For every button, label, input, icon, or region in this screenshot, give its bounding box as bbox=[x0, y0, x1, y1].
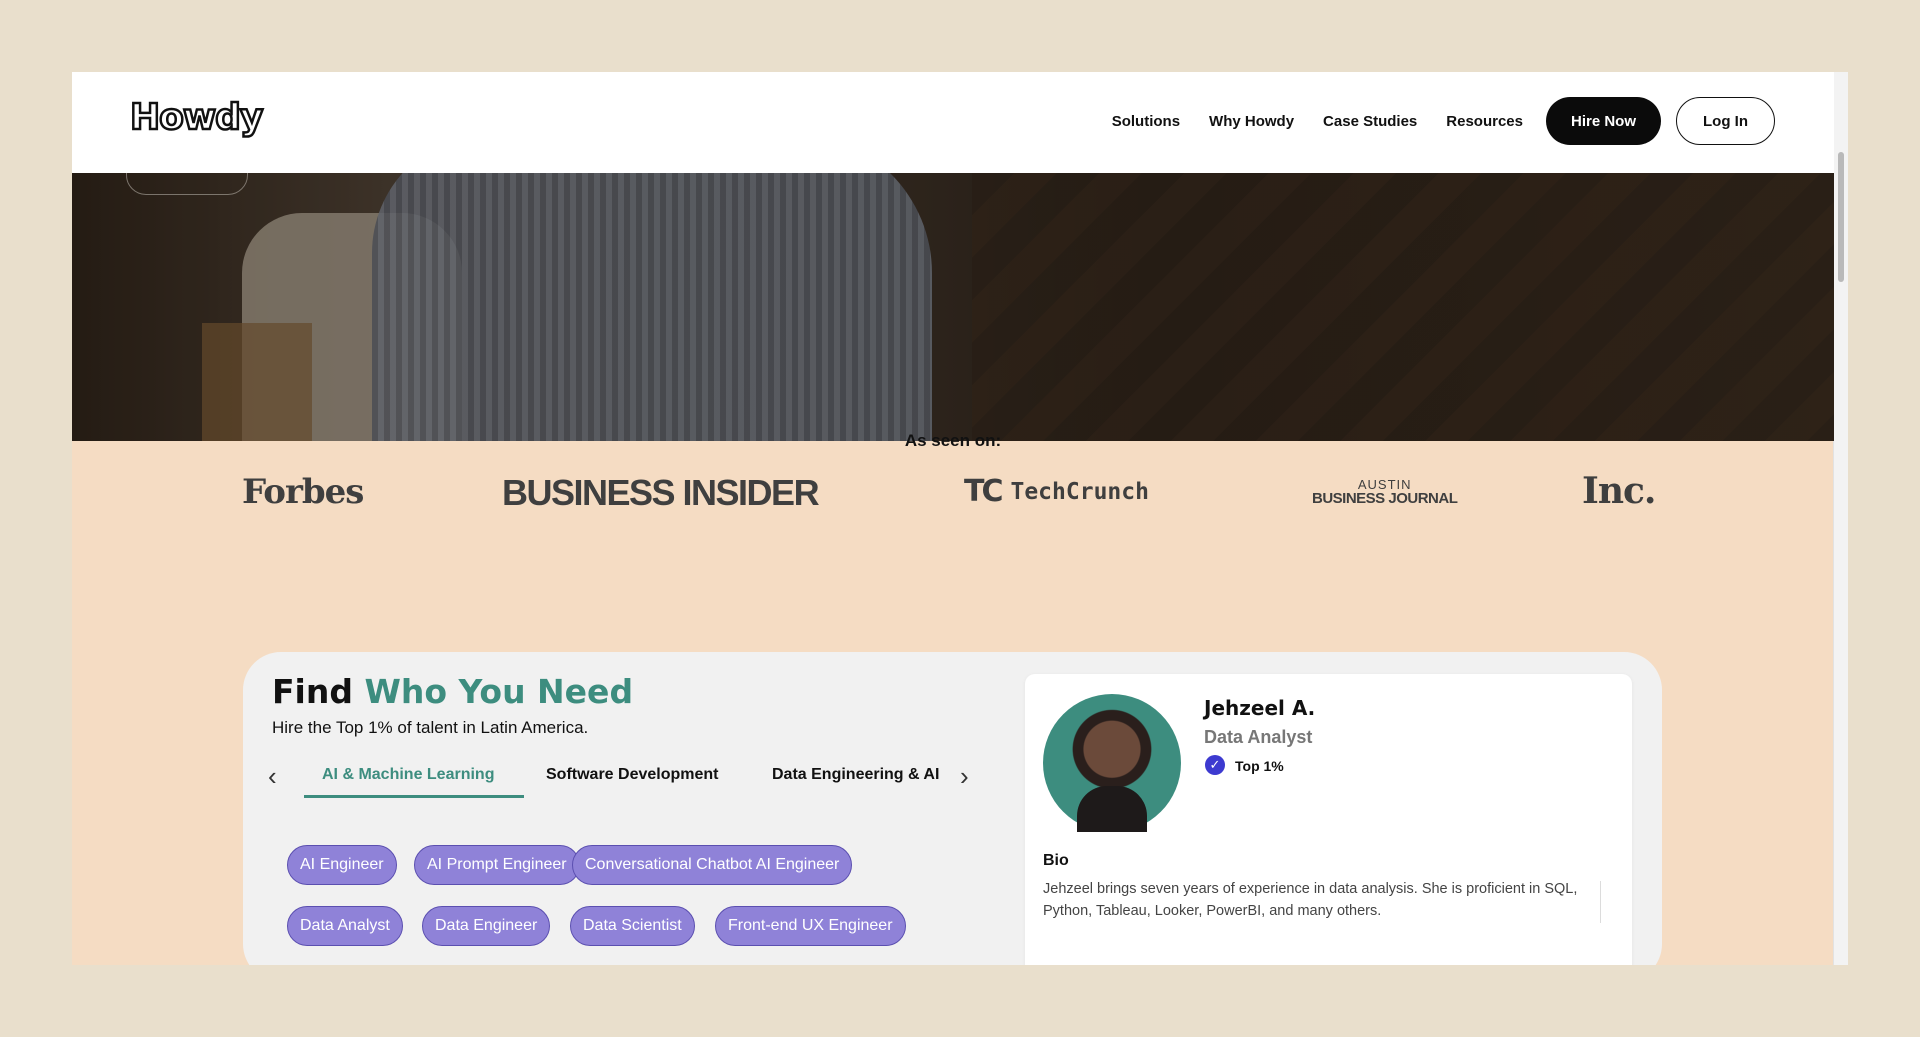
page-scrollbar[interactable] bbox=[1833, 72, 1848, 965]
avatar-body bbox=[1077, 786, 1147, 832]
austin-business-journal-logo: AUSTIN BUSINESS JOURNAL bbox=[1312, 478, 1458, 507]
role-chip-data-scientist[interactable]: Data Scientist bbox=[570, 906, 695, 946]
nav-why-howdy[interactable]: Why Howdy bbox=[1209, 113, 1294, 130]
main-nav: Solutions Why Howdy Case Studies Resourc… bbox=[1112, 97, 1775, 145]
finder-subtitle: Hire the Top 1% of talent in Latin Ameri… bbox=[272, 718, 589, 737]
candidate-avatar bbox=[1043, 694, 1181, 832]
nav-resources[interactable]: Resources bbox=[1446, 113, 1523, 130]
techcrunch-mark: TC bbox=[964, 474, 1004, 509]
candidate-name: Jehzeel A. bbox=[1204, 696, 1316, 720]
nav-solutions[interactable]: Solutions bbox=[1112, 113, 1180, 130]
finder-title-plain: Find bbox=[272, 672, 353, 711]
as-seen-on-title: As seen on: bbox=[904, 431, 1002, 450]
bio-heading: Bio bbox=[1043, 852, 1069, 869]
active-tab-underline bbox=[304, 795, 524, 798]
role-chip-data-analyst[interactable]: Data Analyst bbox=[287, 906, 403, 946]
verified-badge-icon: ✓ bbox=[1205, 755, 1225, 775]
howdy-logo[interactable]: Howdy bbox=[129, 98, 265, 137]
role-chip-front-end-ux-engineer[interactable]: Front-end UX Engineer bbox=[715, 906, 906, 946]
techcrunch-logo: TC TechCrunch bbox=[964, 474, 1149, 509]
tab-ai-machine-learning[interactable]: AI & Machine Learning bbox=[322, 766, 494, 784]
role-chip-ai-engineer[interactable]: AI Engineer bbox=[287, 845, 397, 885]
candidate-role: Data Analyst bbox=[1204, 727, 1313, 747]
hero-overlay bbox=[72, 173, 1834, 441]
abj-bottom-line: BUSINESS JOURNAL bbox=[1312, 490, 1458, 507]
bio-text: Jehzeel brings seven years of experience… bbox=[1043, 881, 1578, 919]
hero-image bbox=[72, 173, 1834, 441]
site-header: Howdy Solutions Why Howdy Case Studies R… bbox=[72, 72, 1834, 173]
hire-now-button[interactable]: Hire Now bbox=[1545, 97, 1661, 145]
finder-title: Find Who You Need bbox=[272, 672, 633, 711]
finder-title-accent: Who You Need bbox=[364, 672, 634, 711]
nav-case-studies[interactable]: Case Studies bbox=[1323, 113, 1417, 130]
tab-data-engineering-ai[interactable]: Data Engineering & AI bbox=[772, 766, 948, 784]
log-in-button[interactable]: Log In bbox=[1676, 97, 1775, 145]
techcrunch-wordmark: TechCrunch bbox=[1010, 478, 1149, 505]
business-insider-logo: BUSINESS INSIDER bbox=[502, 472, 820, 513]
bio-scrollbar[interactable] bbox=[1600, 881, 1601, 923]
inc-logo: Inc. bbox=[1582, 470, 1656, 512]
forbes-logo: Forbes bbox=[242, 472, 364, 512]
chevron-left-icon[interactable]: ‹ bbox=[268, 763, 277, 789]
browser-viewport: Howdy Solutions Why Howdy Case Studies R… bbox=[72, 72, 1848, 965]
scrollbar-thumb[interactable] bbox=[1838, 152, 1844, 282]
role-chip-conversational-chatbot[interactable]: Conversational Chatbot AI Engineer bbox=[572, 845, 853, 885]
tab-software-development[interactable]: Software Development bbox=[546, 766, 718, 784]
top-percent-badge: Top 1% bbox=[1235, 758, 1284, 774]
role-chip-ai-prompt-engineer[interactable]: AI Prompt Engineer bbox=[414, 845, 580, 885]
category-tabs: ‹ AI & Machine Learning Software Develop… bbox=[268, 758, 998, 798]
role-chip-data-engineer[interactable]: Data Engineer bbox=[422, 906, 551, 946]
chevron-right-icon[interactable]: › bbox=[960, 763, 969, 789]
